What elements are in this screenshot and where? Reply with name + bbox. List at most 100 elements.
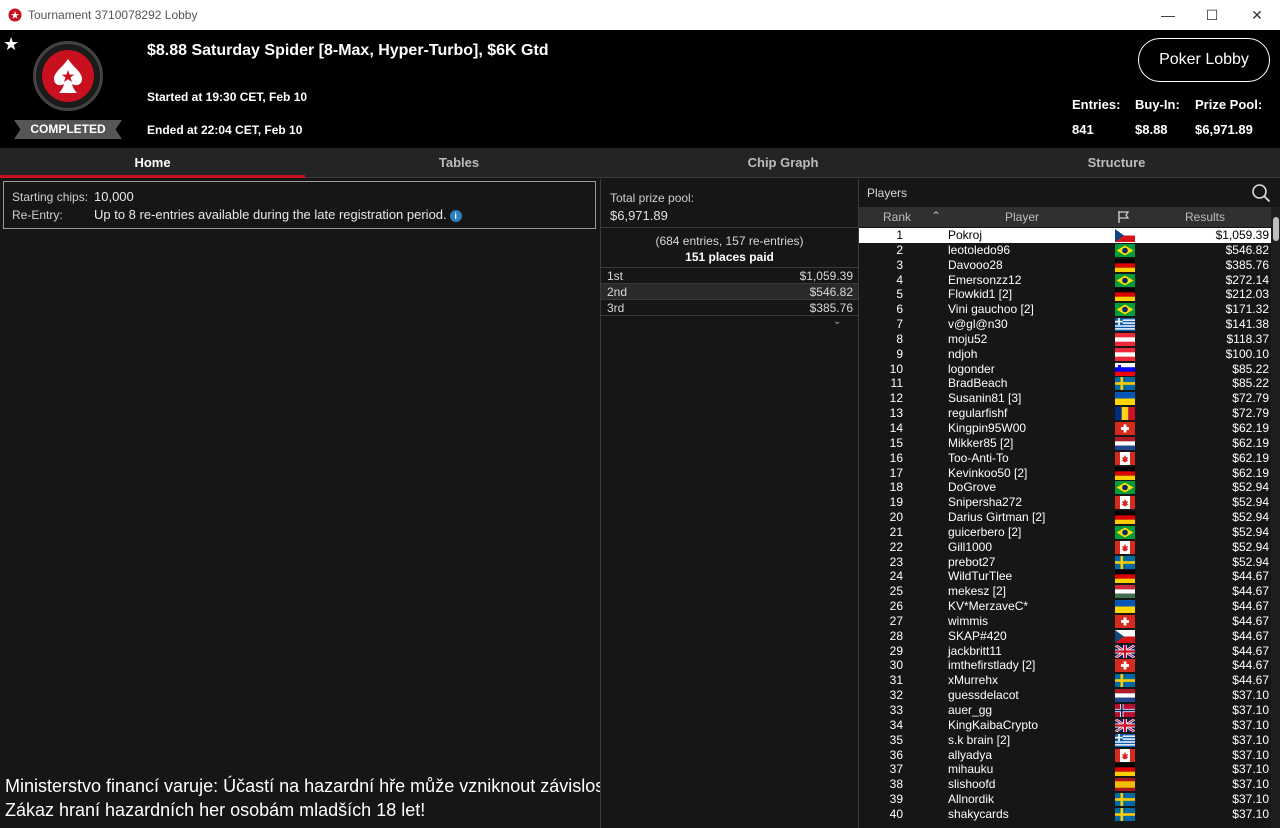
player-rank: 35 xyxy=(889,732,903,747)
player-name: KV*MerzaveC* xyxy=(948,599,1029,614)
rank-column-header[interactable]: Rank xyxy=(883,210,911,224)
player-row[interactable]: 15 Mikker85 [2] $62.19 xyxy=(859,436,1271,451)
nl-flag-icon xyxy=(1115,689,1135,703)
poker-lobby-button[interactable]: Poker Lobby xyxy=(1138,38,1270,82)
gr-flag-icon xyxy=(1115,318,1135,332)
sort-ascending-icon[interactable]: ⌃ xyxy=(931,209,941,223)
search-icon[interactable] xyxy=(1251,183,1271,203)
player-row[interactable]: 38 slishoofd $37.10 xyxy=(859,777,1271,792)
player-row[interactable]: 20 Darius Girtman [2] $52.94 xyxy=(859,510,1271,525)
player-result: $37.10 xyxy=(1232,762,1269,777)
player-row[interactable]: 24 WildTurTlee $44.67 xyxy=(859,569,1271,584)
tab-tables[interactable]: Tables xyxy=(305,148,613,178)
player-row[interactable]: 40 shakycards $37.10 xyxy=(859,807,1271,822)
player-row[interactable]: 25 mekesz [2] $44.67 xyxy=(859,584,1271,599)
player-name: Snipersha272 xyxy=(948,495,1023,510)
player-row[interactable]: 31 xMurrehx $44.67 xyxy=(859,673,1271,688)
de-flag-icon xyxy=(1115,288,1135,302)
player-row[interactable]: 39 Allnordik $37.10 xyxy=(859,792,1271,807)
player-name: s.k brain [2] xyxy=(948,732,1011,747)
info-icon[interactable]: i xyxy=(449,209,462,222)
player-rank: 2 xyxy=(896,242,903,257)
player-result: $52.94 xyxy=(1232,554,1269,569)
player-row[interactable]: 11 BradBeach $85.22 xyxy=(859,376,1271,391)
player-row[interactable]: 6 Vini gauchoo [2] $171.32 xyxy=(859,302,1271,317)
player-name: wimmis xyxy=(948,613,988,628)
player-row[interactable]: 12 Susanin81 [3] $72.79 xyxy=(859,391,1271,406)
player-name: KingKaibaCrypto xyxy=(948,717,1039,732)
player-row[interactable]: 5 Flowkid1 [2] $212.03 xyxy=(859,287,1271,302)
de-flag-icon xyxy=(1115,258,1135,272)
player-row[interactable]: 7 v@gl@n30 $141.38 xyxy=(859,317,1271,332)
minimize-icon[interactable]: — xyxy=(1154,4,1182,26)
player-row[interactable]: 19 Snipersha272 $52.94 xyxy=(859,495,1271,510)
at-flag-icon xyxy=(1115,347,1135,361)
player-result: $141.38 xyxy=(1225,317,1269,332)
player-column-header[interactable]: Player xyxy=(1005,210,1039,224)
results-column-header[interactable]: Results xyxy=(1185,210,1225,224)
player-row[interactable]: 34 KingKaibaCrypto $37.10 xyxy=(859,718,1271,733)
player-row[interactable]: 33 auer_gg $37.10 xyxy=(859,703,1271,718)
player-row[interactable]: 2 leotoledo96 $546.82 xyxy=(859,243,1271,258)
player-row[interactable]: 27 wimmis $44.67 xyxy=(859,614,1271,629)
player-row[interactable]: 37 mihauku $37.10 xyxy=(859,762,1271,777)
tab-structure[interactable]: Structure xyxy=(953,148,1280,178)
player-row[interactable]: 9 ndjoh $100.10 xyxy=(859,347,1271,362)
payout-place: 2nd xyxy=(607,285,628,299)
player-row[interactable]: 22 Gill1000 $52.94 xyxy=(859,540,1271,555)
entries-label: Entries: xyxy=(1072,97,1121,112)
player-name: slishoofd xyxy=(948,777,996,792)
player-row[interactable]: 30 imthefirstlady [2] $44.67 xyxy=(859,658,1271,673)
buyin-label: Buy-In: xyxy=(1135,97,1180,112)
player-rank: 7 xyxy=(896,317,903,332)
player-row[interactable]: 26 KV*MerzaveC* $44.67 xyxy=(859,599,1271,614)
player-row[interactable]: 23 prebot27 $52.94 xyxy=(859,555,1271,570)
ca-flag-icon xyxy=(1115,540,1135,554)
tab-home[interactable]: Home xyxy=(0,148,305,178)
player-row[interactable]: 13 regularfishf $72.79 xyxy=(859,406,1271,421)
player-result: $212.03 xyxy=(1225,287,1269,302)
player-row[interactable]: 3 Davooo28 $385.76 xyxy=(859,258,1271,273)
player-result: $385.76 xyxy=(1225,257,1269,272)
player-rank: 16 xyxy=(889,450,903,465)
players-scrollbar[interactable] xyxy=(1271,207,1280,828)
player-rank: 11 xyxy=(890,376,903,391)
player-row[interactable]: 28 SKAP#420 $44.67 xyxy=(859,629,1271,644)
player-result: $62.19 xyxy=(1232,465,1269,480)
player-name: v@gl@n30 xyxy=(948,317,1008,332)
close-icon[interactable]: ✕ xyxy=(1243,4,1271,26)
player-row[interactable]: 14 Kingpin95W00 $62.19 xyxy=(859,421,1271,436)
player-row[interactable]: 16 Too-Anti-To $62.19 xyxy=(859,451,1271,466)
player-name: guessdelacot xyxy=(948,688,1019,703)
player-row[interactable]: 35 s.k brain [2] $37.10 xyxy=(859,733,1271,748)
flag-column-icon[interactable] xyxy=(1117,210,1131,224)
player-rank: 3 xyxy=(896,257,903,272)
player-row[interactable]: 36 allyadya $37.10 xyxy=(859,748,1271,763)
player-row[interactable]: 18 DoGrove $52.94 xyxy=(859,480,1271,495)
maximize-icon[interactable]: ☐ xyxy=(1198,4,1226,26)
tab-chip-graph[interactable]: Chip Graph xyxy=(613,148,953,178)
prize-pool-panel: Total prize pool: $6,971.89 (684 entries… xyxy=(600,179,858,828)
player-result: $52.94 xyxy=(1232,495,1269,510)
player-row[interactable]: 1 Pokroj $1,059.39 xyxy=(859,228,1271,243)
player-row[interactable]: 10 logonder $85.22 xyxy=(859,362,1271,377)
player-result: $37.10 xyxy=(1232,806,1269,821)
player-row[interactable]: 4 Emersonzz12 $272.14 xyxy=(859,273,1271,288)
favorite-star-icon[interactable]: ★ xyxy=(3,34,19,55)
payout-row: 1st $1,059.39 xyxy=(601,268,858,284)
player-row[interactable]: 32 guessdelacot $37.10 xyxy=(859,688,1271,703)
player-row[interactable]: 17 Kevinkoo50 [2] $62.19 xyxy=(859,466,1271,481)
player-name: Susanin81 [3] xyxy=(948,391,1022,406)
player-row[interactable]: 21 guicerbero [2] $52.94 xyxy=(859,525,1271,540)
player-name: Allnordik xyxy=(948,792,995,807)
player-row[interactable]: 29 jackbritt11 $44.67 xyxy=(859,644,1271,659)
players-list: 1 Pokroj $1,059.39 2 leotoledo96 $546.82 3 Davo… xyxy=(859,228,1271,828)
total-prize-pool-label: Total prize pool: xyxy=(610,191,695,205)
player-row[interactable]: 8 moju52 $118.37 xyxy=(859,332,1271,347)
player-name: xMurrehx xyxy=(948,673,999,688)
window-titlebar: Tournament 3710078292 Lobby — ☐ ✕ xyxy=(0,0,1280,30)
tournament-header: ★ COMPLETED $8.88 Saturday Spider [8-Max… xyxy=(0,30,1280,148)
ro-flag-icon xyxy=(1115,407,1135,421)
player-name: Darius Girtman [2] xyxy=(948,510,1046,525)
chevron-down-icon[interactable]: ⌄ xyxy=(833,316,841,327)
